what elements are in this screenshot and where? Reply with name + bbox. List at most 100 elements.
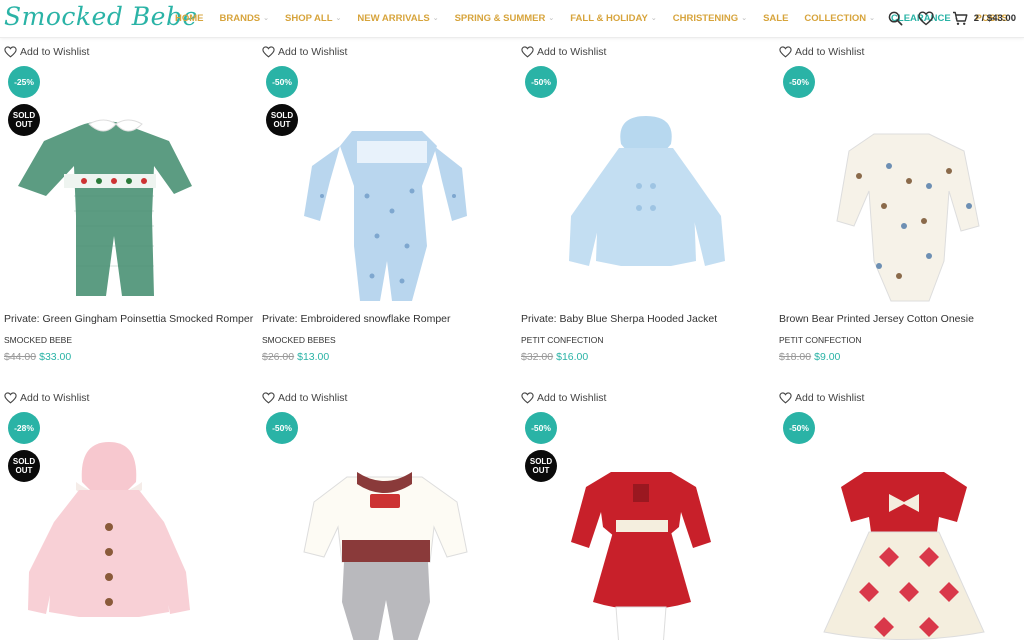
product-card[interactable]: Add to Wishlist -50% <box>779 392 1024 640</box>
wishlist-label: Add to Wishlist <box>537 392 607 404</box>
nav-item[interactable]: BRANDS ⌄ <box>220 13 270 24</box>
product-title[interactable]: Private: Green Gingham Poinsettia Smocke… <box>4 313 253 325</box>
product-image[interactable] <box>4 432 254 640</box>
heart-icon <box>4 392 20 404</box>
product-title[interactable]: Brown Bear Printed Jersey Cotton Onesie <box>779 313 974 325</box>
product-title[interactable]: Private: Baby Blue Sherpa Hooded Jacket <box>521 313 717 325</box>
product-card[interactable]: Add to Wishlist -50% Private: Baby Blue Sh… <box>521 46 771 376</box>
search-icon[interactable] <box>887 9 905 27</box>
sale-price: $16.00 <box>556 351 589 363</box>
discount-badge: -25% <box>8 66 40 98</box>
product-title[interactable]: Private: Embroidered snowflake Romper <box>262 313 451 325</box>
nav-label: SALE <box>763 12 789 24</box>
nav-label: FALL & HOLIDAY <box>570 12 648 24</box>
sale-price: $13.00 <box>297 351 330 363</box>
product-price: $26.00 $13.00 <box>262 351 329 363</box>
sold-out-badge: SOLD OUT <box>525 450 557 482</box>
wishlist-label: Add to Wishlist <box>20 46 90 58</box>
product-card[interactable]: Add to Wishlist -50% <box>262 392 512 640</box>
site-header: Smocked Bebe HOME BRANDS ⌄ SHOP ALL ⌄ NEW ARR… <box>0 0 1024 38</box>
product-price: $44.00 $33.00 <box>4 351 71 363</box>
add-to-wishlist[interactable]: Add to Wishlist <box>262 46 347 58</box>
discount-badge: -50% <box>783 66 815 98</box>
add-to-wishlist[interactable]: Add to Wishlist <box>262 392 347 404</box>
nav-item[interactable]: NEW ARRIVALS ⌄ <box>357 13 438 24</box>
chevron-down-icon: ⌄ <box>335 15 342 22</box>
add-to-wishlist[interactable]: Add to Wishlist <box>4 392 89 404</box>
heart-icon <box>779 46 795 58</box>
product-image[interactable] <box>779 432 1024 640</box>
chevron-down-icon: ⌄ <box>432 15 439 22</box>
product-card[interactable]: Add to Wishlist -50% Brown Bear Printed Je… <box>779 46 1024 376</box>
sale-price: $33.00 <box>39 351 72 363</box>
nav-label: NEW ARRIVALS <box>357 12 430 24</box>
product-price: $32.00 $16.00 <box>521 351 588 363</box>
wishlist-label: Add to Wishlist <box>795 392 865 404</box>
product-brand[interactable]: SMOCKED BEBES <box>262 335 336 345</box>
nav-label: COLLECTION <box>804 12 867 24</box>
product-image[interactable] <box>521 86 771 306</box>
nav-label: SPRING & SUMMER <box>454 12 546 24</box>
sale-price: $9.00 <box>814 351 841 363</box>
product-image[interactable] <box>262 432 512 640</box>
original-price: $44.00 <box>4 351 37 363</box>
product-card[interactable]: Add to Wishlist -25% SOLD OUT Private: Green… <box>4 46 254 376</box>
product-card[interactable]: Add to Wishlist -50% SOLD OUT Private: Embro… <box>262 46 512 376</box>
original-price: $32.00 <box>521 351 554 363</box>
nav-label: HOME <box>175 12 204 24</box>
heart-icon <box>4 46 20 58</box>
add-to-wishlist[interactable]: Add to Wishlist <box>779 46 864 58</box>
nav-item[interactable]: COLLECTION ⌄ <box>804 13 875 24</box>
heart-icon[interactable] <box>917 9 935 27</box>
wishlist-label: Add to Wishlist <box>278 392 348 404</box>
product-card[interactable]: Add to Wishlist -28% SOLD OUT <box>4 392 254 640</box>
cart-summary[interactable]: 2 / $43.00 <box>974 13 1016 24</box>
product-brand[interactable]: PETIT CONFECTION <box>779 335 862 345</box>
nav-item[interactable]: CHRISTENING ⌄ <box>673 13 747 24</box>
product-price: $18.00 $9.00 <box>779 351 840 363</box>
nav-item[interactable]: SHOP ALL ⌄ <box>285 13 341 24</box>
heart-icon <box>521 46 537 58</box>
nav-label: BRANDS <box>219 12 261 24</box>
add-to-wishlist[interactable]: Add to Wishlist <box>4 46 89 58</box>
discount-badge: -50% <box>266 66 298 98</box>
add-to-wishlist[interactable]: Add to Wishlist <box>521 46 606 58</box>
heart-icon <box>521 392 537 404</box>
heart-icon <box>262 392 278 404</box>
nav-item[interactable]: HOME <box>175 13 204 24</box>
product-image[interactable] <box>4 86 254 306</box>
add-to-wishlist[interactable]: Add to Wishlist <box>779 392 864 404</box>
wishlist-label: Add to Wishlist <box>20 392 90 404</box>
wishlist-label: Add to Wishlist <box>278 46 348 58</box>
sold-out-badge: SOLD OUT <box>266 104 298 136</box>
wishlist-label: Add to Wishlist <box>537 46 607 58</box>
chevron-down-icon: ⌄ <box>650 15 657 22</box>
original-price: $18.00 <box>779 351 812 363</box>
product-brand[interactable]: PETIT CONFECTION <box>521 335 604 345</box>
nav-item[interactable]: FALL & HOLIDAY ⌄ <box>570 13 656 24</box>
nav-label: CHRISTENING <box>672 12 739 24</box>
wishlist-label: Add to Wishlist <box>795 46 865 58</box>
discount-badge: -50% <box>525 66 557 98</box>
nav-item[interactable]: SALE <box>763 13 788 24</box>
product-image[interactable] <box>262 86 512 306</box>
cart-icon[interactable] <box>951 9 969 27</box>
chevron-down-icon: ⌄ <box>548 15 555 22</box>
discount-badge: -50% <box>525 412 557 444</box>
product-image[interactable] <box>779 86 1024 306</box>
heart-icon <box>779 392 795 404</box>
product-brand[interactable]: SMOCKED BEBE <box>4 335 72 345</box>
discount-badge: -28% <box>8 412 40 444</box>
heart-icon <box>262 46 278 58</box>
chevron-down-icon: ⌄ <box>741 15 748 22</box>
product-card[interactable]: Add to Wishlist -50% SOLD OUT <box>521 392 771 640</box>
product-image[interactable] <box>521 432 771 640</box>
discount-badge: -50% <box>783 412 815 444</box>
add-to-wishlist[interactable]: Add to Wishlist <box>521 392 606 404</box>
original-price: $26.00 <box>262 351 295 363</box>
site-logo[interactable]: Smocked Bebe <box>4 2 198 31</box>
nav-item[interactable]: SPRING & SUMMER ⌄ <box>455 13 555 24</box>
chevron-down-icon: ⌄ <box>263 15 270 22</box>
sold-out-badge: SOLD OUT <box>8 450 40 482</box>
header-actions: 2 / $43.00 <box>875 0 1016 36</box>
